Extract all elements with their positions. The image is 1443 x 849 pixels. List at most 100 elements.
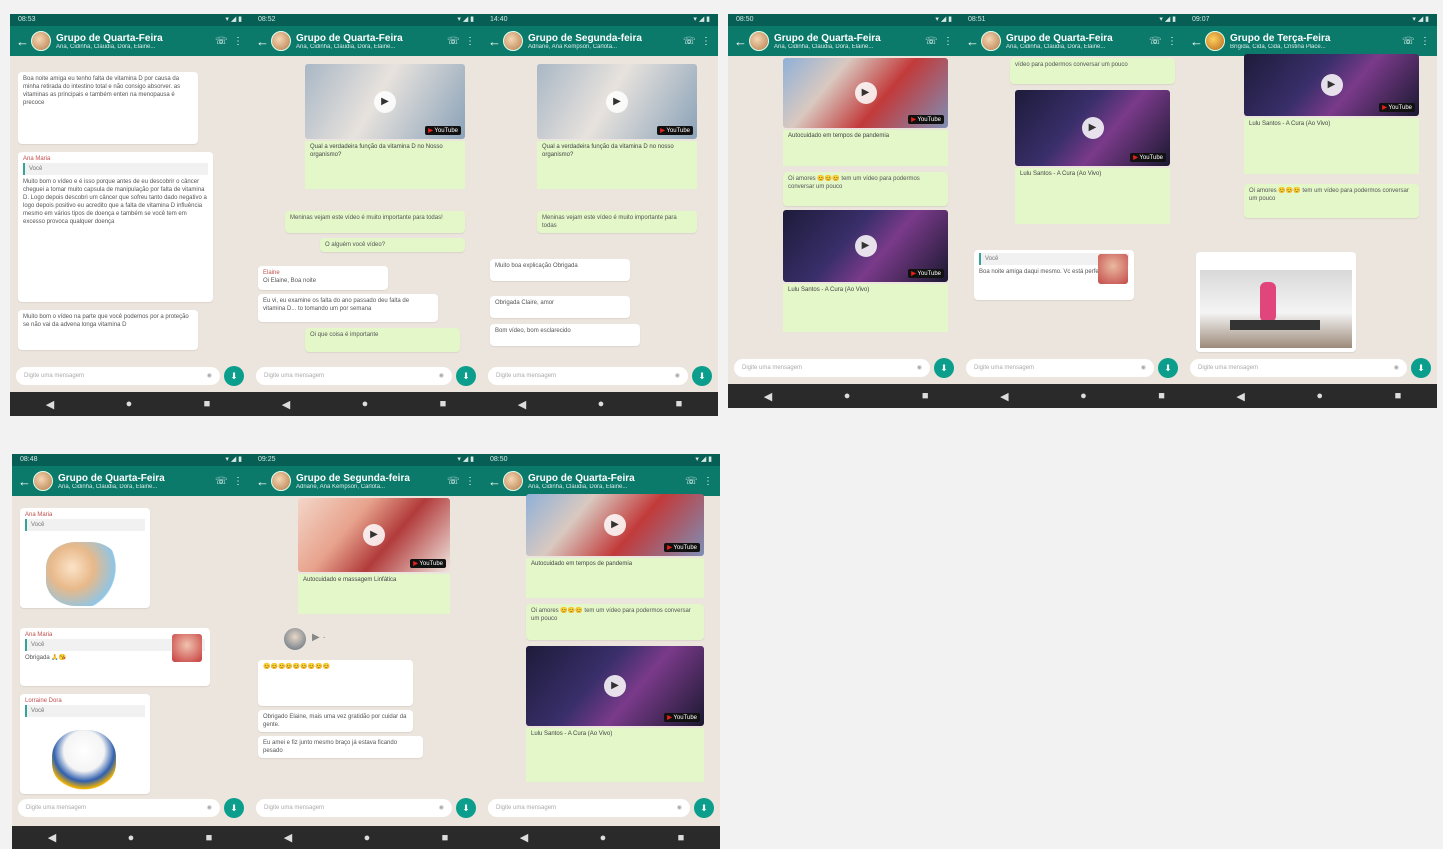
chat-title-block[interactable]: Grupo de Quarta-Feira Ana, Cidinha, Clau…: [1006, 33, 1144, 50]
camera-icon[interactable]: ◉: [917, 359, 922, 377]
message-input[interactable]: Digite uma mensagem ◉: [734, 359, 930, 377]
back-nav-icon[interactable]: ◀: [284, 831, 292, 844]
back-nav-icon[interactable]: ◀: [282, 398, 290, 411]
quoted-message[interactable]: Você: [25, 705, 145, 717]
back-arrow-icon[interactable]: ←: [734, 34, 747, 49]
chat-title-block[interactable]: Grupo de Segunda-feira Adriane, Ana Kemp…: [296, 473, 442, 490]
back-arrow-icon[interactable]: ←: [18, 474, 31, 489]
call-icon[interactable]: ☏: [925, 36, 938, 47]
message-input[interactable]: Digite uma mensagem ◉: [1190, 359, 1407, 377]
camera-icon[interactable]: ◉: [207, 799, 212, 817]
group-avatar[interactable]: [1205, 31, 1225, 51]
sticker-image[interactable]: [46, 542, 120, 606]
home-nav-icon[interactable]: ●: [364, 832, 371, 844]
recents-nav-icon[interactable]: ■: [1158, 390, 1165, 402]
video-thumbnail[interactable]: ▶ ▶ YouTube: [305, 64, 465, 139]
menu-icon[interactable]: ⋮: [1166, 36, 1178, 47]
quoted-message[interactable]: Você: [25, 519, 145, 531]
back-nav-icon[interactable]: ◀: [1236, 390, 1244, 403]
menu-icon[interactable]: ⋮: [232, 476, 244, 487]
message-input[interactable]: Digite uma mensagem ◉: [488, 367, 688, 385]
chat-title-block[interactable]: Grupo de Quarta-Feira Ana, Cidinha, Clau…: [58, 473, 210, 490]
camera-icon[interactable]: ◉: [207, 367, 212, 385]
recents-nav-icon[interactable]: ■: [922, 390, 929, 402]
back-arrow-icon[interactable]: ←: [488, 474, 501, 489]
chat-title-block[interactable]: Grupo de Terça-Feira Brígida, Cida, Cida…: [1230, 33, 1397, 50]
video-thumbnail[interactable]: ▶ ▶ YouTube: [537, 64, 697, 139]
back-nav-icon[interactable]: ◀: [48, 831, 56, 844]
menu-icon[interactable]: ⋮: [702, 476, 714, 487]
mic-button[interactable]: ⬇: [934, 358, 954, 378]
play-icon[interactable]: ▶: [604, 514, 626, 536]
mic-button[interactable]: ⬇: [1158, 358, 1178, 378]
menu-icon[interactable]: ⋮: [464, 476, 476, 487]
home-nav-icon[interactable]: ●: [128, 832, 135, 844]
camera-icon[interactable]: ◉: [439, 799, 444, 817]
group-avatar[interactable]: [271, 31, 291, 51]
menu-icon[interactable]: ⋮: [464, 36, 476, 47]
home-nav-icon[interactable]: ●: [362, 398, 369, 410]
recents-nav-icon[interactable]: ■: [442, 832, 449, 844]
play-icon[interactable]: ▶: [854, 82, 877, 104]
treadmill-photo[interactable]: [1200, 270, 1352, 348]
video-thumbnail[interactable]: ▶ ▶ YouTube: [1244, 54, 1419, 116]
voice-note-play-icon[interactable]: ▶ ·: [312, 632, 326, 643]
chat-title-block[interactable]: Grupo de Quarta-Feira Ana, Cidinha, Clau…: [56, 33, 210, 50]
back-nav-icon[interactable]: ◀: [46, 398, 54, 411]
video-thumbnail[interactable]: ▶ ▶ YouTube: [783, 210, 948, 282]
recents-nav-icon[interactable]: ■: [676, 398, 683, 410]
recents-nav-icon[interactable]: ■: [206, 832, 213, 844]
video-thumbnail[interactable]: ▶ ▶ YouTube: [783, 58, 948, 128]
play-icon[interactable]: ▶: [374, 90, 396, 113]
video-thumbnail[interactable]: ▶ ▶ YouTube: [526, 494, 704, 556]
home-nav-icon[interactable]: ●: [1080, 390, 1087, 402]
play-icon[interactable]: ▶: [854, 235, 877, 257]
message-input[interactable]: Digite uma mensagem ◉: [18, 799, 220, 817]
quoted-message[interactable]: Você: [23, 163, 208, 175]
message-input[interactable]: Digite uma mensagem ◉: [488, 799, 690, 817]
back-arrow-icon[interactable]: ←: [966, 34, 979, 49]
play-icon[interactable]: ▶: [363, 524, 385, 546]
back-arrow-icon[interactable]: ←: [16, 34, 29, 49]
message-input[interactable]: Digite uma mensagem ◉: [256, 367, 452, 385]
call-icon[interactable]: ☏: [1402, 36, 1415, 47]
video-thumbnail[interactable]: ▶ ▶ YouTube: [1015, 90, 1170, 166]
home-nav-icon[interactable]: ●: [598, 398, 605, 410]
group-avatar[interactable]: [503, 31, 523, 51]
mic-button[interactable]: ⬇: [692, 366, 712, 386]
call-icon[interactable]: ☏: [215, 476, 228, 487]
call-icon[interactable]: ☏: [685, 476, 698, 487]
back-arrow-icon[interactable]: ←: [488, 34, 501, 49]
mic-button[interactable]: ⬇: [456, 798, 476, 818]
mic-button[interactable]: ⬇: [224, 798, 244, 818]
chat-title-block[interactable]: Grupo de Quarta-Feira Ana, Cidinha, Clau…: [528, 473, 680, 490]
back-arrow-icon[interactable]: ←: [256, 474, 269, 489]
home-nav-icon[interactable]: ●: [844, 390, 851, 402]
back-nav-icon[interactable]: ◀: [520, 831, 528, 844]
call-icon[interactable]: ☏: [683, 36, 696, 47]
home-nav-icon[interactable]: ●: [600, 832, 607, 844]
sticker-image[interactable]: [52, 730, 116, 790]
play-icon[interactable]: ▶: [606, 90, 628, 113]
back-nav-icon[interactable]: ◀: [518, 398, 526, 411]
menu-icon[interactable]: ⋮: [700, 36, 712, 47]
play-icon[interactable]: ▶: [1320, 74, 1343, 96]
video-thumbnail[interactable]: ▶ ▶ YouTube: [526, 646, 704, 726]
back-nav-icon[interactable]: ◀: [1000, 390, 1008, 403]
back-arrow-icon[interactable]: ←: [1190, 34, 1203, 49]
back-nav-icon[interactable]: ◀: [764, 390, 772, 403]
group-avatar[interactable]: [749, 31, 769, 51]
group-avatar[interactable]: [271, 471, 291, 491]
chat-title-block[interactable]: Grupo de Quarta-Feira Ana, Cidinha, Clau…: [296, 33, 442, 50]
chat-title-block[interactable]: Grupo de Segunda-feira Adriane, Ana Kemp…: [528, 33, 678, 50]
back-arrow-icon[interactable]: ←: [256, 34, 269, 49]
mic-button[interactable]: ⬇: [224, 366, 244, 386]
mic-button[interactable]: ⬇: [694, 798, 714, 818]
menu-icon[interactable]: ⋮: [232, 36, 244, 47]
menu-icon[interactable]: ⋮: [1419, 36, 1431, 47]
group-avatar[interactable]: [31, 31, 51, 51]
menu-icon[interactable]: ⋮: [942, 36, 954, 47]
camera-icon[interactable]: ◉: [675, 367, 680, 385]
call-icon[interactable]: ☏: [1149, 36, 1162, 47]
message-input[interactable]: Digite uma mensagem ◉: [256, 799, 452, 817]
